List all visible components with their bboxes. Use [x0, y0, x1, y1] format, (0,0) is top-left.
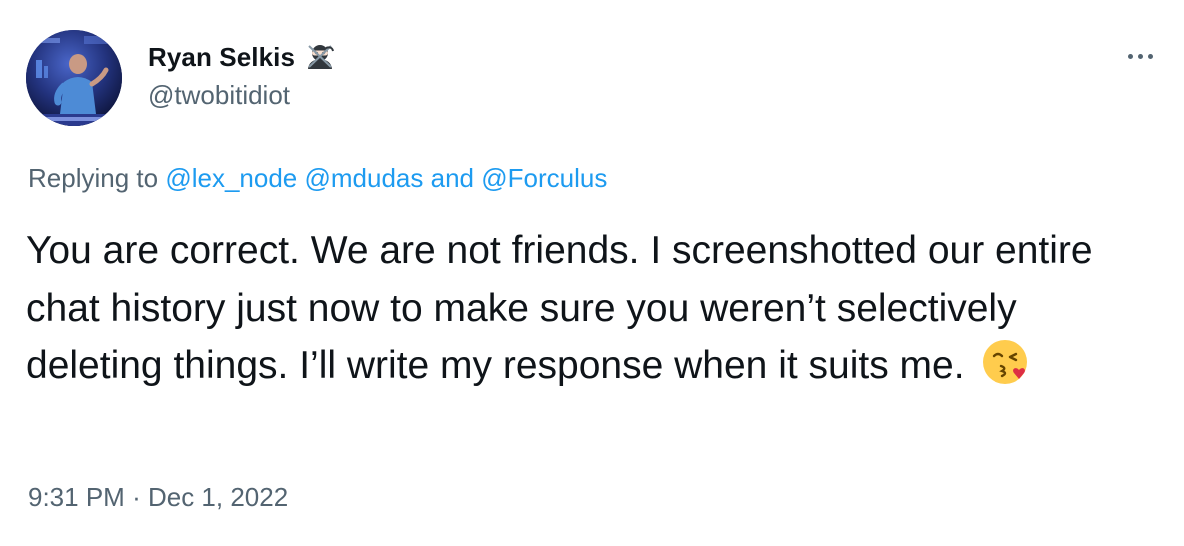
tweet-text: You are correct. We are not friends. I s… — [26, 222, 1136, 395]
user-handle[interactable]: @twobitidiot — [148, 80, 290, 111]
mention-link[interactable]: @Forculus — [481, 163, 607, 193]
more-horizontal-icon — [1127, 53, 1133, 59]
author-name-row: Ryan Selkis — [148, 40, 335, 74]
timestamp-separator: · — [132, 482, 141, 512]
mention-link[interactable]: @lex_node — [165, 163, 297, 193]
more-options-button[interactable] — [1118, 44, 1162, 68]
tweet-body: You are correct. We are not friends. I s… — [26, 229, 1093, 387]
tweet-date[interactable]: Dec 1, 2022 — [148, 482, 288, 512]
avatar-photo — [26, 30, 122, 126]
ninja-icon — [305, 42, 335, 72]
display-name[interactable]: Ryan Selkis — [148, 42, 295, 73]
more-horizontal-icon — [1147, 53, 1153, 59]
avatar[interactable] — [26, 30, 122, 126]
more-horizontal-icon — [1137, 53, 1143, 59]
tweet-card: Ryan Selkis @twobitidiot Replying to @le… — [0, 0, 1184, 546]
mention-link[interactable]: @mdudas — [304, 163, 423, 193]
tweet-timestamp: 9:31 PM · Dec 1, 2022 — [28, 482, 288, 513]
mention-conjunction[interactable]: and — [431, 163, 474, 193]
replying-to: Replying to @lex_node @mdudas and @Forcu… — [28, 163, 607, 194]
tweet-time[interactable]: 9:31 PM — [28, 482, 125, 512]
face-blowing-a-kiss-icon — [981, 338, 1031, 388]
replying-to-label: Replying to — [28, 163, 159, 193]
